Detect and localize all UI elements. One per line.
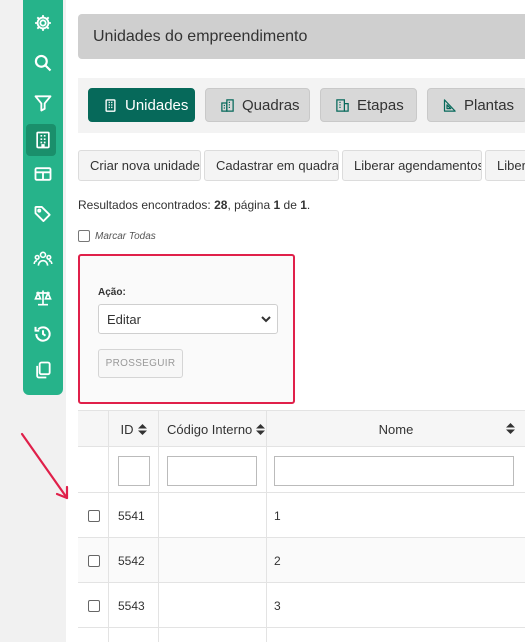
name-filter-input[interactable]	[274, 456, 514, 486]
column-divider	[266, 447, 267, 493]
sort-icon	[506, 423, 515, 434]
cell-name: 2	[274, 554, 281, 568]
row-checkbox[interactable]	[88, 510, 100, 522]
sidebar-item-search[interactable]	[23, 47, 63, 79]
proceed-button[interactable]: PROSSEGUIR	[98, 349, 183, 378]
sidebar-item-history[interactable]	[23, 318, 63, 350]
row-checkbox[interactable]	[88, 600, 100, 612]
cell-id: 5542	[118, 554, 145, 568]
tab-quadras[interactable]: Quadras	[205, 88, 310, 122]
column-header-id[interactable]: ID	[108, 411, 158, 447]
sidebar-item-copy[interactable]	[23, 354, 63, 386]
users-icon	[33, 251, 53, 266]
tab-plantas[interactable]: Plantas	[427, 88, 525, 122]
page: Unidades do empreendimento Unidades Quad…	[0, 0, 525, 642]
action-select[interactable]: Editar	[98, 304, 278, 334]
table-body: 5541 1 5542 2 5543 3	[78, 493, 525, 642]
tabs-bar: Unidades Quadras Etapas Plantas	[78, 78, 525, 133]
results-summary: Resultados encontrados: 28, página 1 de …	[78, 198, 311, 212]
mark-all-label: Marcar Todas	[95, 230, 156, 242]
sidebar	[23, 0, 63, 395]
building-icon	[105, 98, 116, 112]
page-header: Unidades do empreendimento	[78, 14, 525, 59]
sidebar-item-users[interactable]	[23, 243, 63, 275]
tab-label: Quadras	[242, 96, 300, 114]
annotation-arrow-icon	[20, 432, 69, 500]
office-building-icon	[336, 98, 349, 112]
search-icon	[34, 54, 52, 72]
sort-icon	[256, 423, 266, 435]
filter-icon	[34, 95, 52, 112]
cell-id: 5543	[118, 599, 145, 613]
main-content: Unidades do empreendimento Unidades Quad…	[66, 0, 525, 642]
table-icon	[34, 167, 52, 181]
checkbox[interactable]	[78, 230, 90, 242]
chevron-down-icon	[261, 316, 271, 323]
column-header-name[interactable]: Nome	[266, 411, 525, 447]
cell-id: 5541	[118, 509, 145, 523]
buildings-icon	[221, 98, 234, 112]
column-divider	[108, 447, 109, 493]
table-header: ID Código Interno Nome	[78, 410, 525, 447]
cell-name: 3	[274, 599, 281, 613]
action-label: Ação:	[98, 287, 126, 298]
history-icon	[34, 326, 51, 342]
release-schedules-button[interactable]: Liberar agendamentos	[342, 150, 482, 181]
set-square-icon	[443, 98, 456, 112]
table-row[interactable]: 5542 2	[78, 538, 525, 583]
column-divider	[108, 493, 109, 642]
sidebar-item-tags[interactable]	[23, 198, 63, 230]
page-title: Unidades do empreendimento	[93, 28, 308, 45]
tab-etapas[interactable]: Etapas	[320, 88, 417, 122]
table-row[interactable]: 5543 3	[78, 583, 525, 628]
tag-icon	[34, 206, 51, 222]
mark-all-checkbox[interactable]: Marcar Todas	[78, 230, 156, 242]
tab-label: Etapas	[357, 96, 404, 114]
create-unit-button[interactable]: Criar nova unidade	[78, 150, 201, 181]
copy-icon	[36, 361, 51, 379]
column-divider	[158, 493, 159, 642]
table-row[interactable]: 5541 1	[78, 493, 525, 538]
register-in-block-button[interactable]: Cadastrar em quadra	[204, 150, 339, 181]
building-icon	[36, 131, 50, 149]
current-page: 1	[273, 198, 281, 212]
sort-icon	[137, 423, 147, 435]
tab-label: Plantas	[464, 96, 515, 114]
sidebar-item-units[interactable]	[23, 124, 63, 156]
column-divider	[158, 447, 159, 493]
total-pages: 1	[300, 198, 307, 212]
filter-row	[78, 447, 525, 493]
column-header-internal-code[interactable]: Código Interno	[158, 411, 266, 447]
sidebar-item-table[interactable]	[23, 158, 63, 190]
units-table: ID Código Interno Nome 5541 1 5542 2 554…	[78, 410, 525, 642]
internal-code-filter-input[interactable]	[167, 456, 257, 486]
gear-icon	[35, 15, 51, 31]
bulk-action-panel: Ação: Editar PROSSEGUIR	[78, 254, 295, 404]
id-filter-input[interactable]	[118, 456, 150, 486]
results-count: 28	[214, 198, 228, 212]
tab-unidades[interactable]: Unidades	[88, 88, 195, 122]
scale-icon	[34, 290, 52, 306]
sidebar-item-filter[interactable]	[23, 87, 63, 119]
column-divider	[266, 493, 267, 642]
cell-name: 1	[274, 509, 281, 523]
sidebar-item-legal[interactable]	[23, 282, 63, 314]
sidebar-item-settings[interactable]	[23, 7, 63, 39]
release-button-truncated[interactable]: Libera	[485, 150, 525, 181]
tab-label: Unidades	[125, 96, 189, 114]
row-checkbox[interactable]	[88, 555, 100, 567]
